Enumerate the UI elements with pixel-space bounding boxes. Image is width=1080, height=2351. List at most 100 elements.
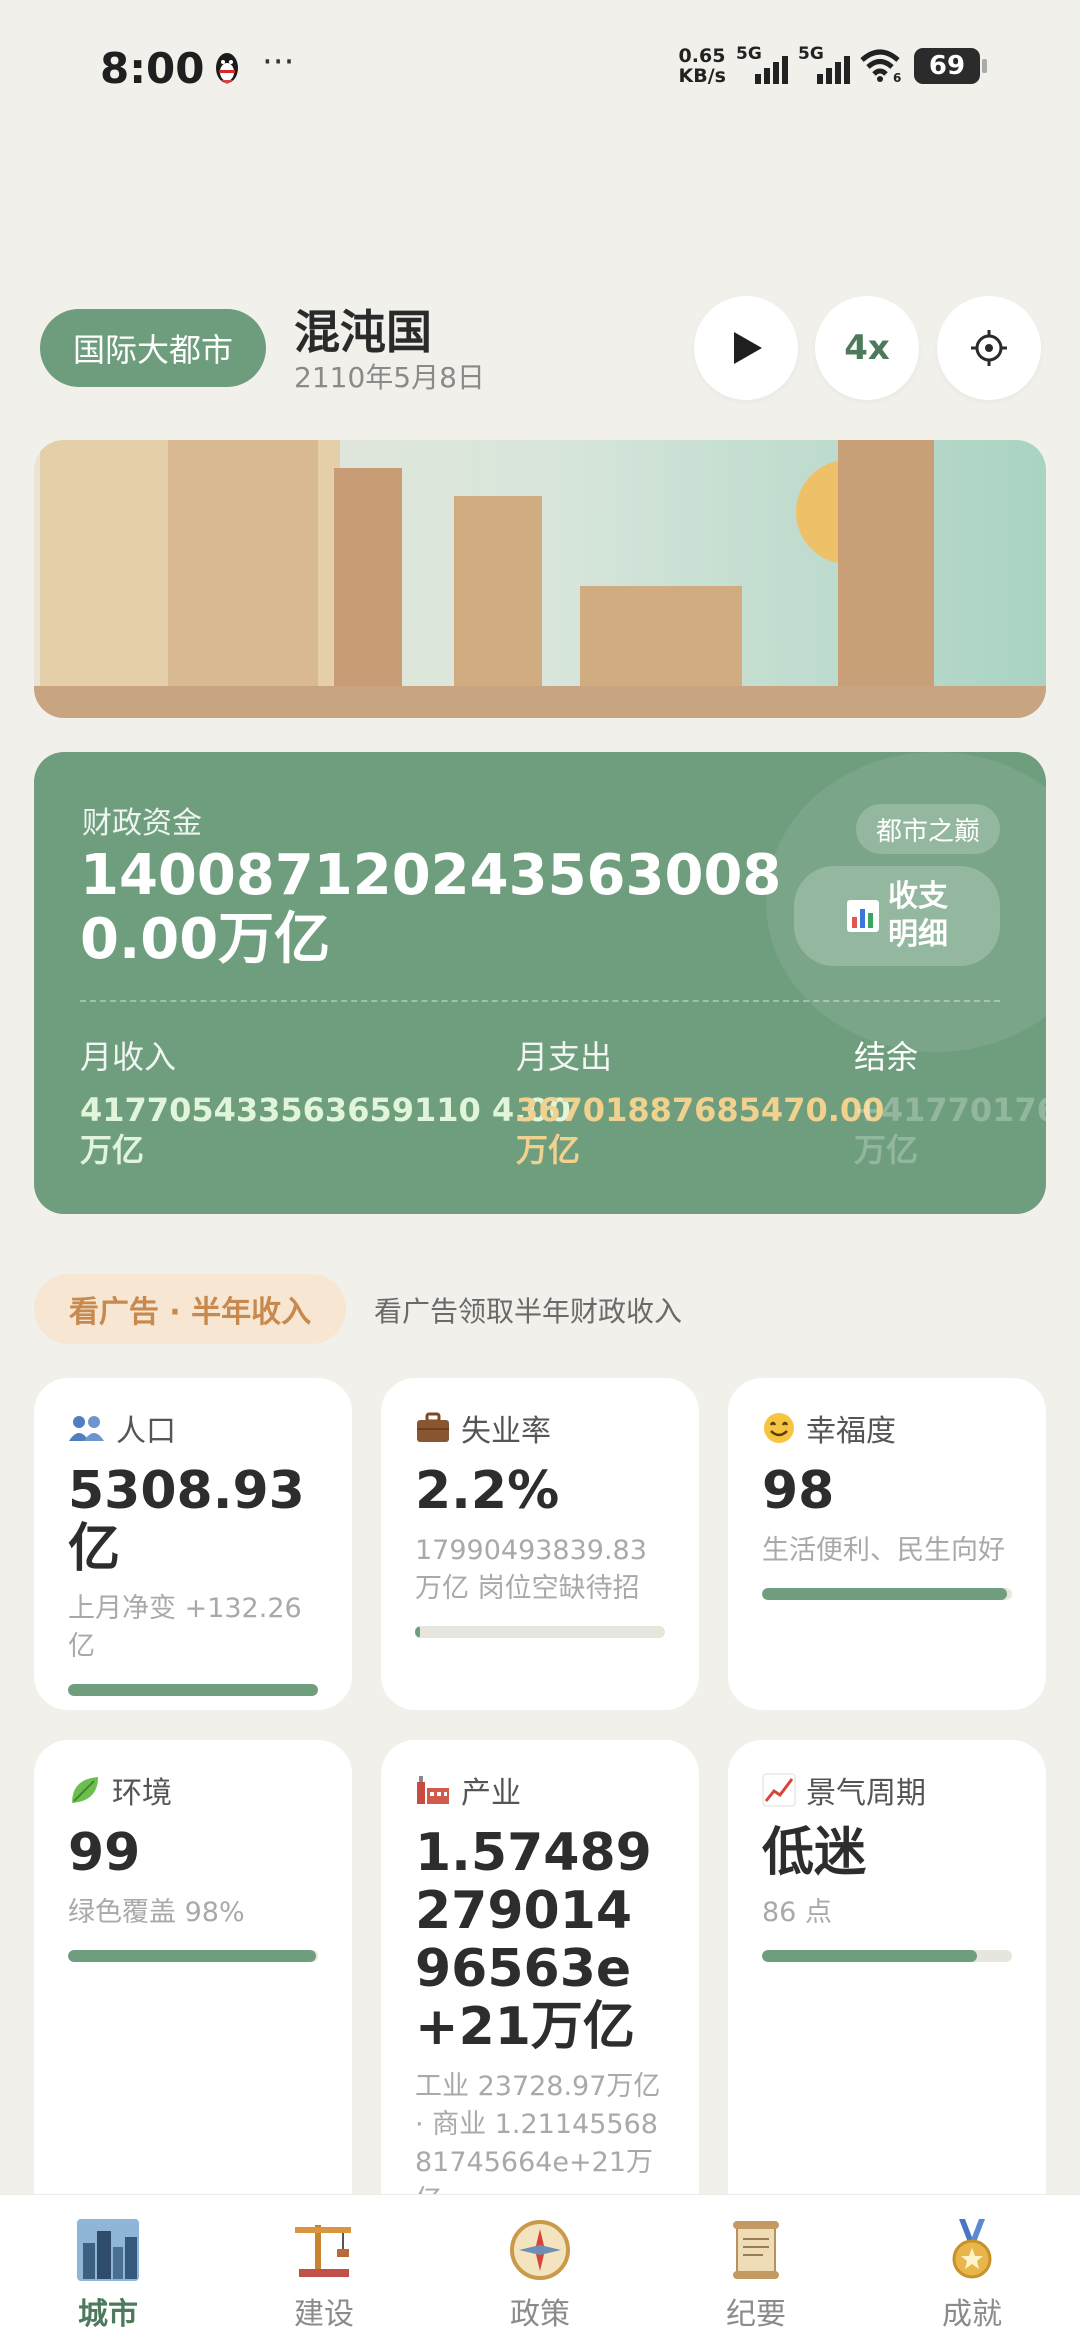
- stat-progress-bar: [415, 1626, 665, 1638]
- finance-card: 财政资金 140087120243563008 0.00万亿 都市之巅 收支 明…: [34, 752, 1046, 1214]
- signal-1: 5G: [736, 44, 788, 88]
- nav-achievements[interactable]: 成就: [864, 2195, 1080, 2351]
- scroll-icon: [733, 2221, 779, 2279]
- settings-button[interactable]: [937, 296, 1041, 400]
- stat-progress-bar: [68, 1950, 318, 1962]
- status-bar: 8:00 ··· 0.65 KB/s 5G 5G 6 69: [0, 0, 1080, 140]
- detail-label-1: 收支: [888, 879, 948, 914]
- stat-card-happiness[interactable]: 幸福度 98 生活便利、民生向好: [728, 1378, 1046, 1710]
- signal-bars-icon: [755, 56, 788, 84]
- stat-progress-fill: [762, 1588, 1007, 1600]
- expense-value: 36701887685470.00: [516, 1091, 885, 1129]
- nav-label: 政策: [510, 2297, 570, 2332]
- speed-unit: KB/s: [678, 65, 726, 87]
- expense-unit: 万亿: [516, 1131, 581, 1169]
- battery-icon: 69: [914, 48, 987, 84]
- income-expense-detail-button[interactable]: 收支 明细: [794, 866, 1000, 966]
- city-icon: [77, 2219, 139, 2281]
- more-notifications-icon: ···: [262, 42, 295, 82]
- stat-title: 人口: [116, 1414, 176, 1449]
- people-icon: [69, 1416, 104, 1441]
- leaf-icon: [72, 1777, 98, 1803]
- watch-ad-half-year-income-button[interactable]: 看广告 · 半年收入: [34, 1274, 346, 1344]
- stat-subtext: 绿色覆盖 98%: [68, 1897, 245, 1928]
- play-button[interactable]: [694, 296, 798, 400]
- skyline-illustration: [34, 440, 1046, 718]
- factory-icon: [417, 1776, 449, 1804]
- monthly-expense: 月支出 36701887685470.00 万亿: [516, 1032, 884, 1170]
- stat-progress-fill: [762, 1950, 977, 1962]
- wifi-icon: 6: [860, 49, 901, 84]
- stat-title: 环境: [112, 1776, 172, 1811]
- network-speed: 0.65 KB/s: [679, 46, 726, 86]
- medal-icon: [952, 2219, 992, 2279]
- game-speed-button[interactable]: 4x: [815, 296, 919, 400]
- finance-divider: [80, 1000, 1000, 1002]
- balance-label: 结余: [854, 1038, 919, 1076]
- bar-chart-icon: [847, 900, 879, 932]
- stat-value: 2.2%: [415, 1461, 560, 1521]
- stat-value: 1.5748927901496563e+21万亿: [415, 1823, 652, 2057]
- stat-progress-bar: [68, 1684, 318, 1696]
- qq-penguin-icon: [216, 53, 238, 84]
- nav-minutes[interactable]: 纪要: [648, 2195, 864, 2351]
- nav-city[interactable]: 城市: [0, 2195, 216, 2351]
- nav-label: 成就: [942, 2297, 1002, 2332]
- expense-label: 月支出: [516, 1038, 613, 1076]
- stat-subtext: 生活便利、民生向好: [762, 1535, 1005, 1566]
- income-unit: 万亿: [80, 1131, 145, 1169]
- income-label: 月收入: [80, 1038, 177, 1076]
- stat-card-unemployment[interactable]: 失业率 2.2% 17990493839.83万亿 岗位空缺待招: [381, 1378, 699, 1710]
- stat-card-population[interactable]: 人口 5308.93亿 上月净变 +132.26亿: [34, 1378, 352, 1710]
- stat-value: 低迷: [762, 1823, 867, 1883]
- city-name: 混沌国: [294, 305, 432, 359]
- signal-2: 5G: [798, 44, 850, 88]
- nav-label: 城市: [78, 2297, 138, 2332]
- stat-subtext: 17990493839.83万亿 岗位空缺待招: [415, 1535, 647, 1604]
- monthly-income: 月收入 417705433563659110 4.00 万亿: [80, 1032, 571, 1170]
- stat-progress-fill: [415, 1626, 420, 1638]
- play-icon: [734, 332, 762, 364]
- stat-progress-fill: [68, 1950, 316, 1962]
- nav-label: 纪要: [726, 2297, 786, 2332]
- treasury-label: 财政资金: [82, 806, 202, 841]
- stat-title: 产业: [461, 1776, 521, 1811]
- smile-icon: [764, 1413, 794, 1443]
- stat-title: 幸福度: [806, 1414, 896, 1449]
- nav-build[interactable]: 建设: [216, 2195, 432, 2351]
- speed-value: 0.65: [678, 45, 726, 67]
- monthly-balance: 结余 +417701763 万亿: [854, 1032, 1046, 1170]
- stat-value: 99: [68, 1823, 141, 1883]
- speed-label: 4x: [844, 328, 890, 368]
- metropolis-peak-badge: 都市之巅: [855, 804, 1000, 854]
- city-skyline-banner: [34, 440, 1046, 718]
- nav-policy[interactable]: 政策: [432, 2195, 648, 2351]
- treasury-amount: 140087120243563008 0.00万亿: [80, 843, 782, 972]
- detail-label-2: 明细: [888, 917, 948, 952]
- balance-value: +417701763: [854, 1091, 1046, 1129]
- stat-title: 失业率: [461, 1414, 551, 1449]
- nav-label: 建设: [294, 2297, 354, 2332]
- settings-gear-icon: [971, 330, 1007, 366]
- status-right: 0.65 KB/s 5G 5G 6 69: [679, 44, 987, 88]
- stat-value: 98: [762, 1461, 835, 1521]
- stat-title: 景气周期: [806, 1776, 926, 1811]
- svg-text:6: 6: [893, 71, 901, 84]
- ad-description: 看广告领取半年财政收入: [374, 1295, 683, 1328]
- crane-icon: [295, 2225, 351, 2277]
- status-time: 8:00: [100, 44, 205, 93]
- income-value: 417705433563659110 4.00: [80, 1091, 571, 1129]
- stat-value: 5308.93亿: [68, 1461, 305, 1579]
- stat-progress-bar: [762, 1950, 1012, 1962]
- stat-subtext: 86 点: [762, 1897, 832, 1928]
- trend-chart-icon: [762, 1773, 796, 1807]
- bottom-navigation: 城市 建设 政策 纪要 成就: [0, 2194, 1080, 2351]
- game-date: 2110年5月8日: [294, 361, 485, 394]
- briefcase-icon: [417, 1412, 449, 1442]
- compass-icon: [510, 2220, 570, 2280]
- stat-progress-bar: [762, 1588, 1012, 1600]
- stat-subtext: 上月净变 +132.26亿: [68, 1593, 302, 1662]
- stat-progress-fill: [68, 1684, 318, 1696]
- battery-level: 69: [928, 51, 966, 81]
- city-level-badge[interactable]: 国际大都市: [40, 309, 266, 387]
